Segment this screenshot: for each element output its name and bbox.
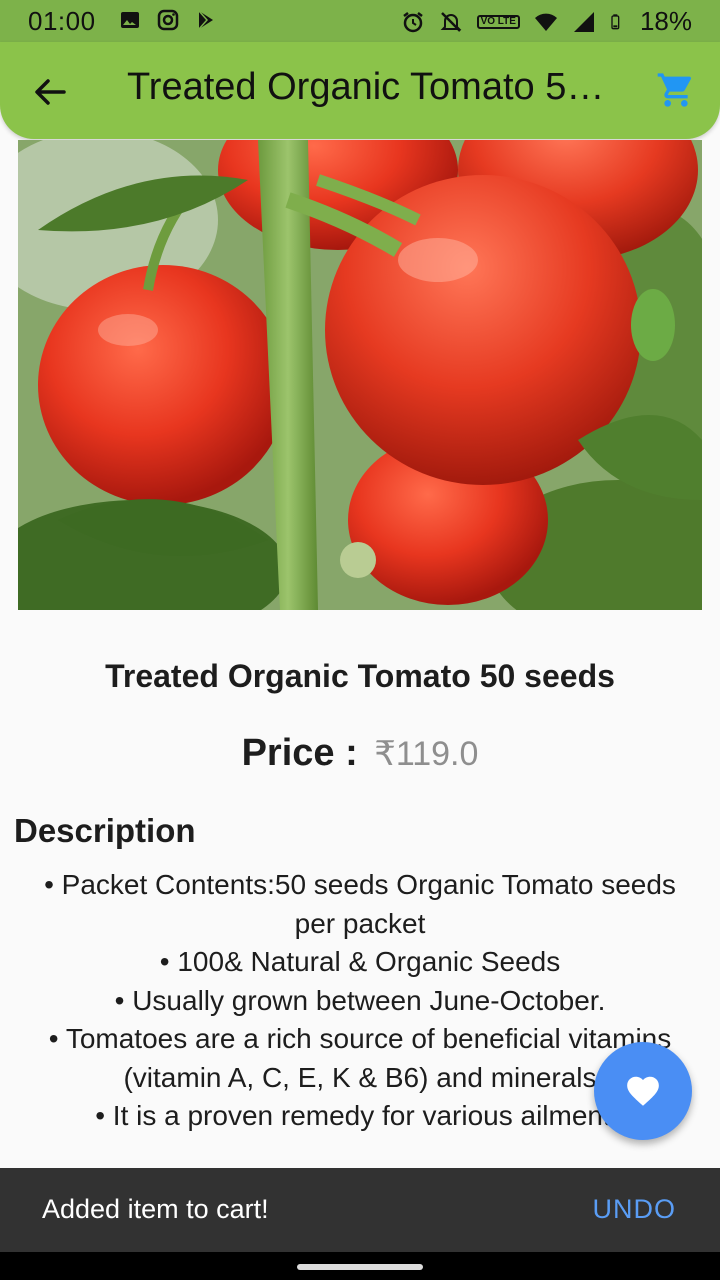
- shopping-cart-icon[interactable]: [656, 70, 696, 110]
- snackbar-message: Added item to cart!: [42, 1194, 269, 1224]
- description-line: • Packet Contents:50 seeds Organic Tomat…: [44, 869, 676, 939]
- status-system-icons: VO LTE 18%: [401, 6, 692, 37]
- volte-icon: VO LTE: [476, 14, 520, 29]
- tomato-photo: [18, 140, 702, 610]
- snackbar: Added item to cart! UNDO: [0, 1168, 720, 1252]
- page-title: Treated Organic Tomato 50 seeds: [127, 66, 607, 108]
- battery-percent: 18%: [639, 6, 692, 36]
- description-line: • 100& Natural & Organic Seeds: [159, 946, 561, 977]
- alarm-icon: [402, 11, 423, 32]
- product-image: [18, 140, 702, 610]
- description-body: • Packet Contents:50 seeds Organic Tomat…: [40, 866, 680, 1136]
- heart-icon: [627, 1076, 659, 1106]
- price-value: ₹119.0: [374, 735, 479, 773]
- back-arrow-icon[interactable]: [26, 68, 74, 116]
- instagram-icon: [157, 9, 179, 31]
- status-bar: 01:00 VO LTE 18%: [0, 0, 720, 42]
- battery-icon: [611, 13, 620, 29]
- description-line: • It is a proven remedy for various ailm…: [95, 1100, 625, 1131]
- favorite-button[interactable]: [594, 1042, 692, 1140]
- status-time: 01:00: [28, 6, 96, 36]
- play-store-icon: [198, 10, 213, 30]
- bell-off-icon: [440, 11, 461, 32]
- price-label: Price :: [241, 732, 358, 774]
- description-line: • Usually grown between June-October.: [114, 984, 606, 1016]
- home-gesture-handle[interactable]: [297, 1264, 423, 1270]
- description-line: • Tomatoes are a rich source of benefici…: [48, 1023, 672, 1093]
- description-heading: Description: [14, 812, 196, 849]
- app-bar: Treated Organic Tomato 50 seeds: [0, 42, 720, 139]
- price-row: Price : ₹119.0: [0, 732, 720, 775]
- product-name: Treated Organic Tomato 50 seeds: [105, 658, 615, 694]
- undo-button[interactable]: UNDO: [593, 1194, 677, 1225]
- gallery-icon: [121, 12, 139, 28]
- signal-icon: [573, 11, 594, 32]
- status-notification-icons: [118, 8, 218, 32]
- wifi-icon: [534, 13, 557, 31]
- system-nav-bar: [0, 1252, 720, 1280]
